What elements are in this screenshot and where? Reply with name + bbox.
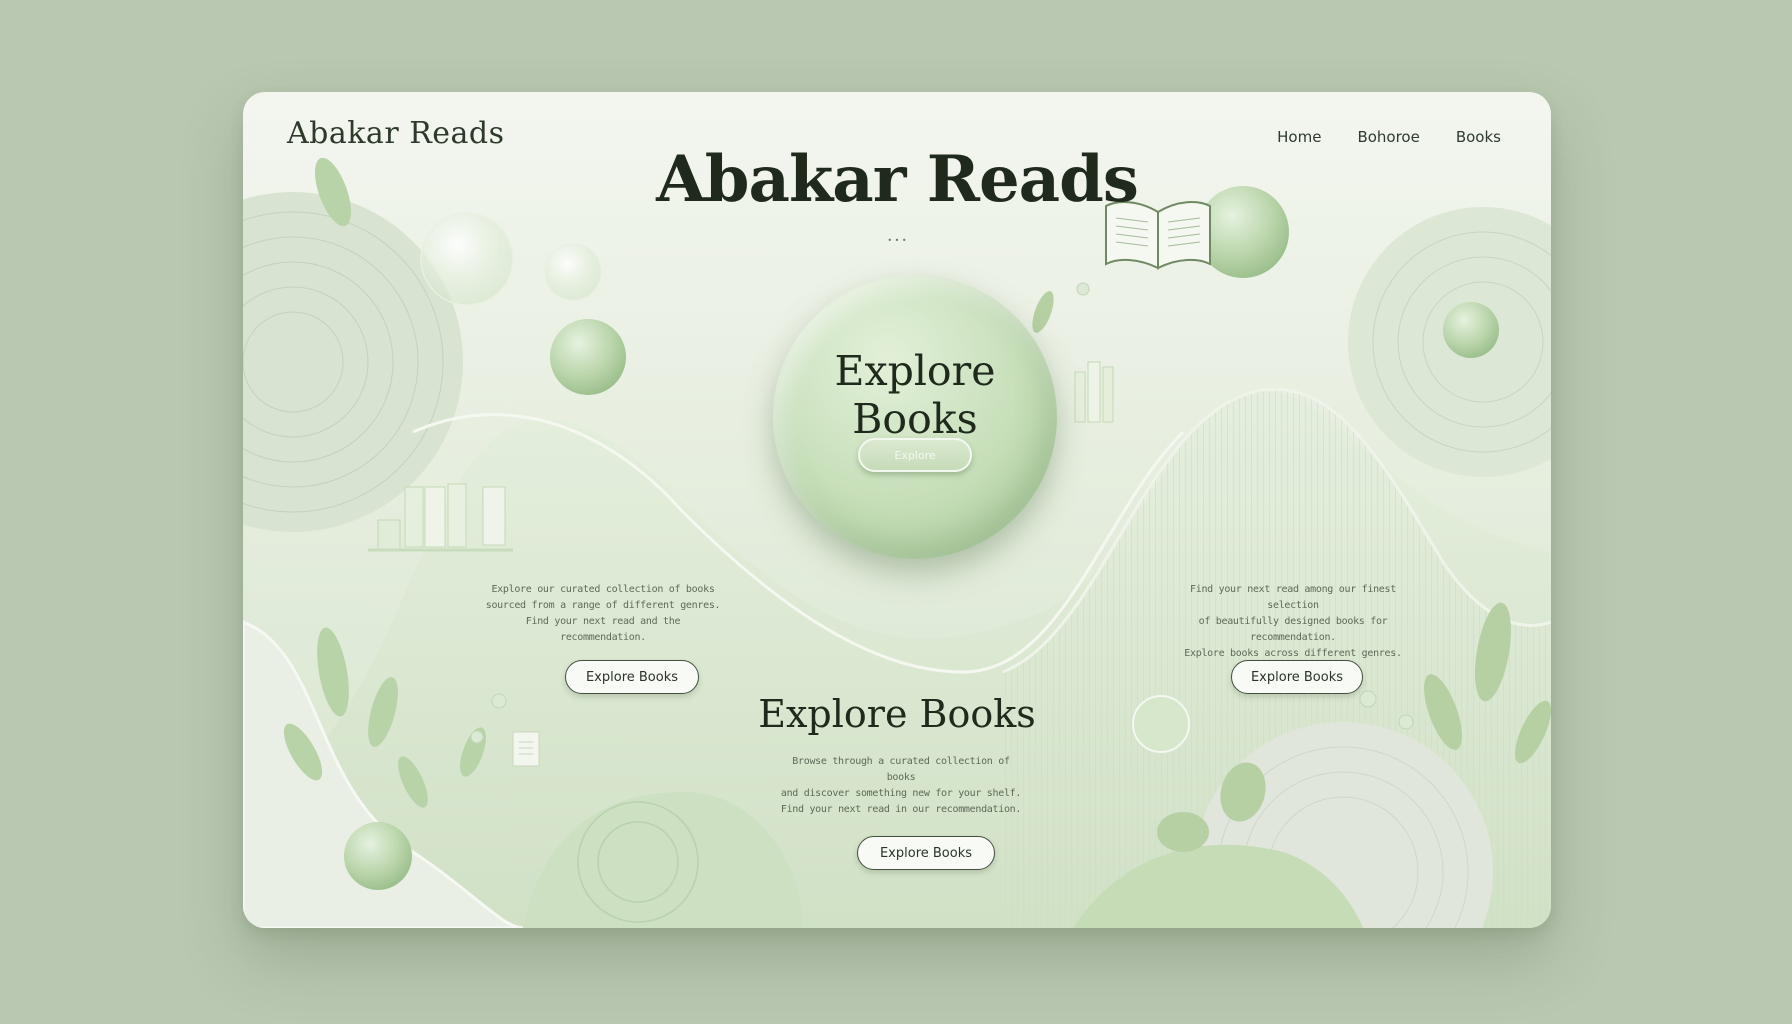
- sphere-left: [550, 319, 626, 395]
- hero-dots: • • •: [887, 236, 907, 245]
- feature-circle: Explore Books Explore: [773, 275, 1057, 559]
- feature-explore-button[interactable]: Explore: [858, 438, 972, 472]
- document-icon: [512, 731, 540, 767]
- small-globe: [544, 243, 602, 301]
- feature-title: Explore Books: [834, 347, 996, 443]
- left-explore-button[interactable]: Explore Books: [565, 660, 699, 694]
- left-description: Explore our curated collection of books …: [485, 584, 721, 643]
- right-books: [1074, 361, 1114, 423]
- section-description: Browse through a curated collection of b…: [780, 756, 1022, 815]
- hero-title: Abakar Reads: [656, 142, 1139, 217]
- right-description: Find your next read among our finest sel…: [1184, 584, 1402, 659]
- section-title: Explore Books: [758, 692, 1036, 736]
- glass-sphere: [420, 212, 514, 306]
- sphere-bottom-left: [344, 822, 412, 890]
- right-explore-button[interactable]: Explore Books: [1231, 660, 1363, 694]
- section-explore-button[interactable]: Explore Books: [857, 836, 995, 870]
- landing-card: Abakar Reads Home Bohoroe Books Abakar R…: [243, 92, 1551, 928]
- sphere-right: [1443, 302, 1499, 358]
